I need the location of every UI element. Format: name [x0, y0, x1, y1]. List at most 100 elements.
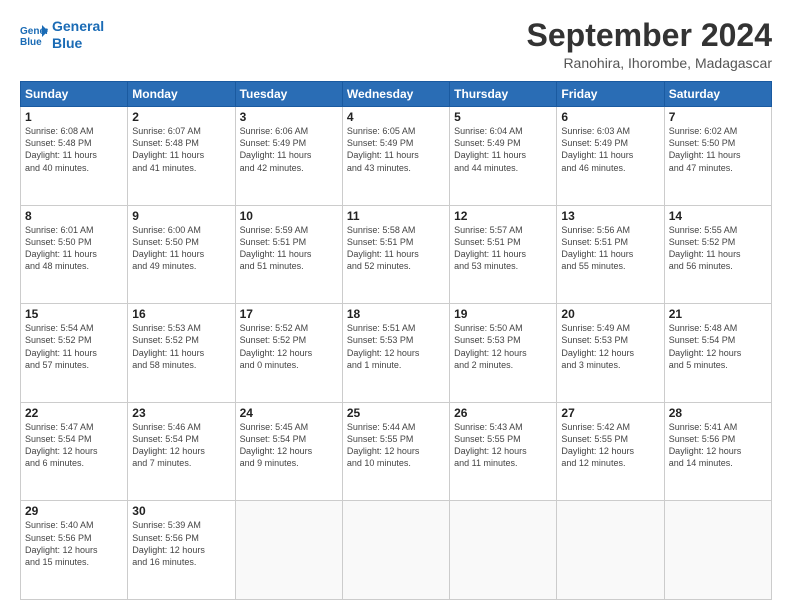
day-info: Sunrise: 5:52 AM Sunset: 5:52 PM Dayligh… [240, 322, 338, 371]
calendar-cell [342, 501, 449, 600]
calendar-cell: 24Sunrise: 5:45 AM Sunset: 5:54 PM Dayli… [235, 402, 342, 501]
calendar-cell: 11Sunrise: 5:58 AM Sunset: 5:51 PM Dayli… [342, 205, 449, 304]
calendar-cell: 25Sunrise: 5:44 AM Sunset: 5:55 PM Dayli… [342, 402, 449, 501]
day-number: 21 [669, 307, 767, 321]
day-info: Sunrise: 6:04 AM Sunset: 5:49 PM Dayligh… [454, 125, 552, 174]
day-info: Sunrise: 5:58 AM Sunset: 5:51 PM Dayligh… [347, 224, 445, 273]
day-info: Sunrise: 6:00 AM Sunset: 5:50 PM Dayligh… [132, 224, 230, 273]
day-info: Sunrise: 5:44 AM Sunset: 5:55 PM Dayligh… [347, 421, 445, 470]
day-number: 5 [454, 110, 552, 124]
calendar-cell [664, 501, 771, 600]
day-info: Sunrise: 5:56 AM Sunset: 5:51 PM Dayligh… [561, 224, 659, 273]
day-header-thursday: Thursday [450, 82, 557, 107]
calendar-cell: 21Sunrise: 5:48 AM Sunset: 5:54 PM Dayli… [664, 304, 771, 403]
calendar-cell: 18Sunrise: 5:51 AM Sunset: 5:53 PM Dayli… [342, 304, 449, 403]
day-number: 14 [669, 209, 767, 223]
day-number: 28 [669, 406, 767, 420]
calendar-cell: 30Sunrise: 5:39 AM Sunset: 5:56 PM Dayli… [128, 501, 235, 600]
calendar-cell: 8Sunrise: 6:01 AM Sunset: 5:50 PM Daylig… [21, 205, 128, 304]
day-number: 23 [132, 406, 230, 420]
day-info: Sunrise: 6:03 AM Sunset: 5:49 PM Dayligh… [561, 125, 659, 174]
day-number: 26 [454, 406, 552, 420]
day-number: 10 [240, 209, 338, 223]
day-info: Sunrise: 6:02 AM Sunset: 5:50 PM Dayligh… [669, 125, 767, 174]
day-number: 16 [132, 307, 230, 321]
calendar-cell: 7Sunrise: 6:02 AM Sunset: 5:50 PM Daylig… [664, 107, 771, 206]
calendar-cell: 13Sunrise: 5:56 AM Sunset: 5:51 PM Dayli… [557, 205, 664, 304]
calendar-cell: 3Sunrise: 6:06 AM Sunset: 5:49 PM Daylig… [235, 107, 342, 206]
day-number: 18 [347, 307, 445, 321]
day-number: 24 [240, 406, 338, 420]
day-number: 13 [561, 209, 659, 223]
day-header-monday: Monday [128, 82, 235, 107]
day-header-wednesday: Wednesday [342, 82, 449, 107]
day-info: Sunrise: 6:08 AM Sunset: 5:48 PM Dayligh… [25, 125, 123, 174]
day-info: Sunrise: 5:57 AM Sunset: 5:51 PM Dayligh… [454, 224, 552, 273]
day-info: Sunrise: 5:46 AM Sunset: 5:54 PM Dayligh… [132, 421, 230, 470]
day-number: 27 [561, 406, 659, 420]
title-block: September 2024 Ranohira, Ihorombe, Madag… [527, 18, 772, 71]
day-number: 11 [347, 209, 445, 223]
calendar-cell: 5Sunrise: 6:04 AM Sunset: 5:49 PM Daylig… [450, 107, 557, 206]
day-info: Sunrise: 5:48 AM Sunset: 5:54 PM Dayligh… [669, 322, 767, 371]
day-info: Sunrise: 5:49 AM Sunset: 5:53 PM Dayligh… [561, 322, 659, 371]
calendar-cell: 9Sunrise: 6:00 AM Sunset: 5:50 PM Daylig… [128, 205, 235, 304]
day-number: 25 [347, 406, 445, 420]
day-number: 4 [347, 110, 445, 124]
calendar-cell: 28Sunrise: 5:41 AM Sunset: 5:56 PM Dayli… [664, 402, 771, 501]
calendar-cell: 29Sunrise: 5:40 AM Sunset: 5:56 PM Dayli… [21, 501, 128, 600]
calendar-cell [235, 501, 342, 600]
calendar-table: SundayMondayTuesdayWednesdayThursdayFrid… [20, 81, 772, 600]
calendar-cell: 10Sunrise: 5:59 AM Sunset: 5:51 PM Dayli… [235, 205, 342, 304]
logo: General Blue GeneralBlue [20, 18, 104, 52]
month-title: September 2024 [527, 18, 772, 53]
day-header-tuesday: Tuesday [235, 82, 342, 107]
calendar-cell [557, 501, 664, 600]
day-info: Sunrise: 6:06 AM Sunset: 5:49 PM Dayligh… [240, 125, 338, 174]
calendar-cell: 23Sunrise: 5:46 AM Sunset: 5:54 PM Dayli… [128, 402, 235, 501]
calendar-cell: 2Sunrise: 6:07 AM Sunset: 5:48 PM Daylig… [128, 107, 235, 206]
day-info: Sunrise: 5:50 AM Sunset: 5:53 PM Dayligh… [454, 322, 552, 371]
day-number: 9 [132, 209, 230, 223]
day-info: Sunrise: 5:47 AM Sunset: 5:54 PM Dayligh… [25, 421, 123, 470]
logo-text: GeneralBlue [52, 18, 104, 52]
day-info: Sunrise: 6:01 AM Sunset: 5:50 PM Dayligh… [25, 224, 123, 273]
day-info: Sunrise: 5:53 AM Sunset: 5:52 PM Dayligh… [132, 322, 230, 371]
calendar-cell: 19Sunrise: 5:50 AM Sunset: 5:53 PM Dayli… [450, 304, 557, 403]
day-info: Sunrise: 5:40 AM Sunset: 5:56 PM Dayligh… [25, 519, 123, 568]
day-number: 6 [561, 110, 659, 124]
location-subtitle: Ranohira, Ihorombe, Madagascar [527, 55, 772, 71]
calendar-cell: 4Sunrise: 6:05 AM Sunset: 5:49 PM Daylig… [342, 107, 449, 206]
day-header-saturday: Saturday [664, 82, 771, 107]
day-number: 8 [25, 209, 123, 223]
day-number: 29 [25, 504, 123, 518]
day-info: Sunrise: 5:59 AM Sunset: 5:51 PM Dayligh… [240, 224, 338, 273]
svg-text:Blue: Blue [20, 37, 42, 47]
day-number: 17 [240, 307, 338, 321]
day-info: Sunrise: 5:42 AM Sunset: 5:55 PM Dayligh… [561, 421, 659, 470]
day-info: Sunrise: 5:41 AM Sunset: 5:56 PM Dayligh… [669, 421, 767, 470]
day-info: Sunrise: 5:54 AM Sunset: 5:52 PM Dayligh… [25, 322, 123, 371]
calendar-cell: 20Sunrise: 5:49 AM Sunset: 5:53 PM Dayli… [557, 304, 664, 403]
day-info: Sunrise: 5:51 AM Sunset: 5:53 PM Dayligh… [347, 322, 445, 371]
calendar-cell: 1Sunrise: 6:08 AM Sunset: 5:48 PM Daylig… [21, 107, 128, 206]
header: General Blue GeneralBlue September 2024 … [20, 18, 772, 71]
day-number: 1 [25, 110, 123, 124]
day-number: 7 [669, 110, 767, 124]
day-number: 20 [561, 307, 659, 321]
day-info: Sunrise: 5:55 AM Sunset: 5:52 PM Dayligh… [669, 224, 767, 273]
day-number: 2 [132, 110, 230, 124]
calendar-cell: 22Sunrise: 5:47 AM Sunset: 5:54 PM Dayli… [21, 402, 128, 501]
day-number: 3 [240, 110, 338, 124]
calendar-cell: 14Sunrise: 5:55 AM Sunset: 5:52 PM Dayli… [664, 205, 771, 304]
calendar-cell: 6Sunrise: 6:03 AM Sunset: 5:49 PM Daylig… [557, 107, 664, 206]
calendar-cell: 12Sunrise: 5:57 AM Sunset: 5:51 PM Dayli… [450, 205, 557, 304]
day-header-sunday: Sunday [21, 82, 128, 107]
day-number: 19 [454, 307, 552, 321]
calendar-cell: 15Sunrise: 5:54 AM Sunset: 5:52 PM Dayli… [21, 304, 128, 403]
day-number: 30 [132, 504, 230, 518]
day-number: 15 [25, 307, 123, 321]
day-header-friday: Friday [557, 82, 664, 107]
calendar-cell: 16Sunrise: 5:53 AM Sunset: 5:52 PM Dayli… [128, 304, 235, 403]
calendar-cell: 27Sunrise: 5:42 AM Sunset: 5:55 PM Dayli… [557, 402, 664, 501]
